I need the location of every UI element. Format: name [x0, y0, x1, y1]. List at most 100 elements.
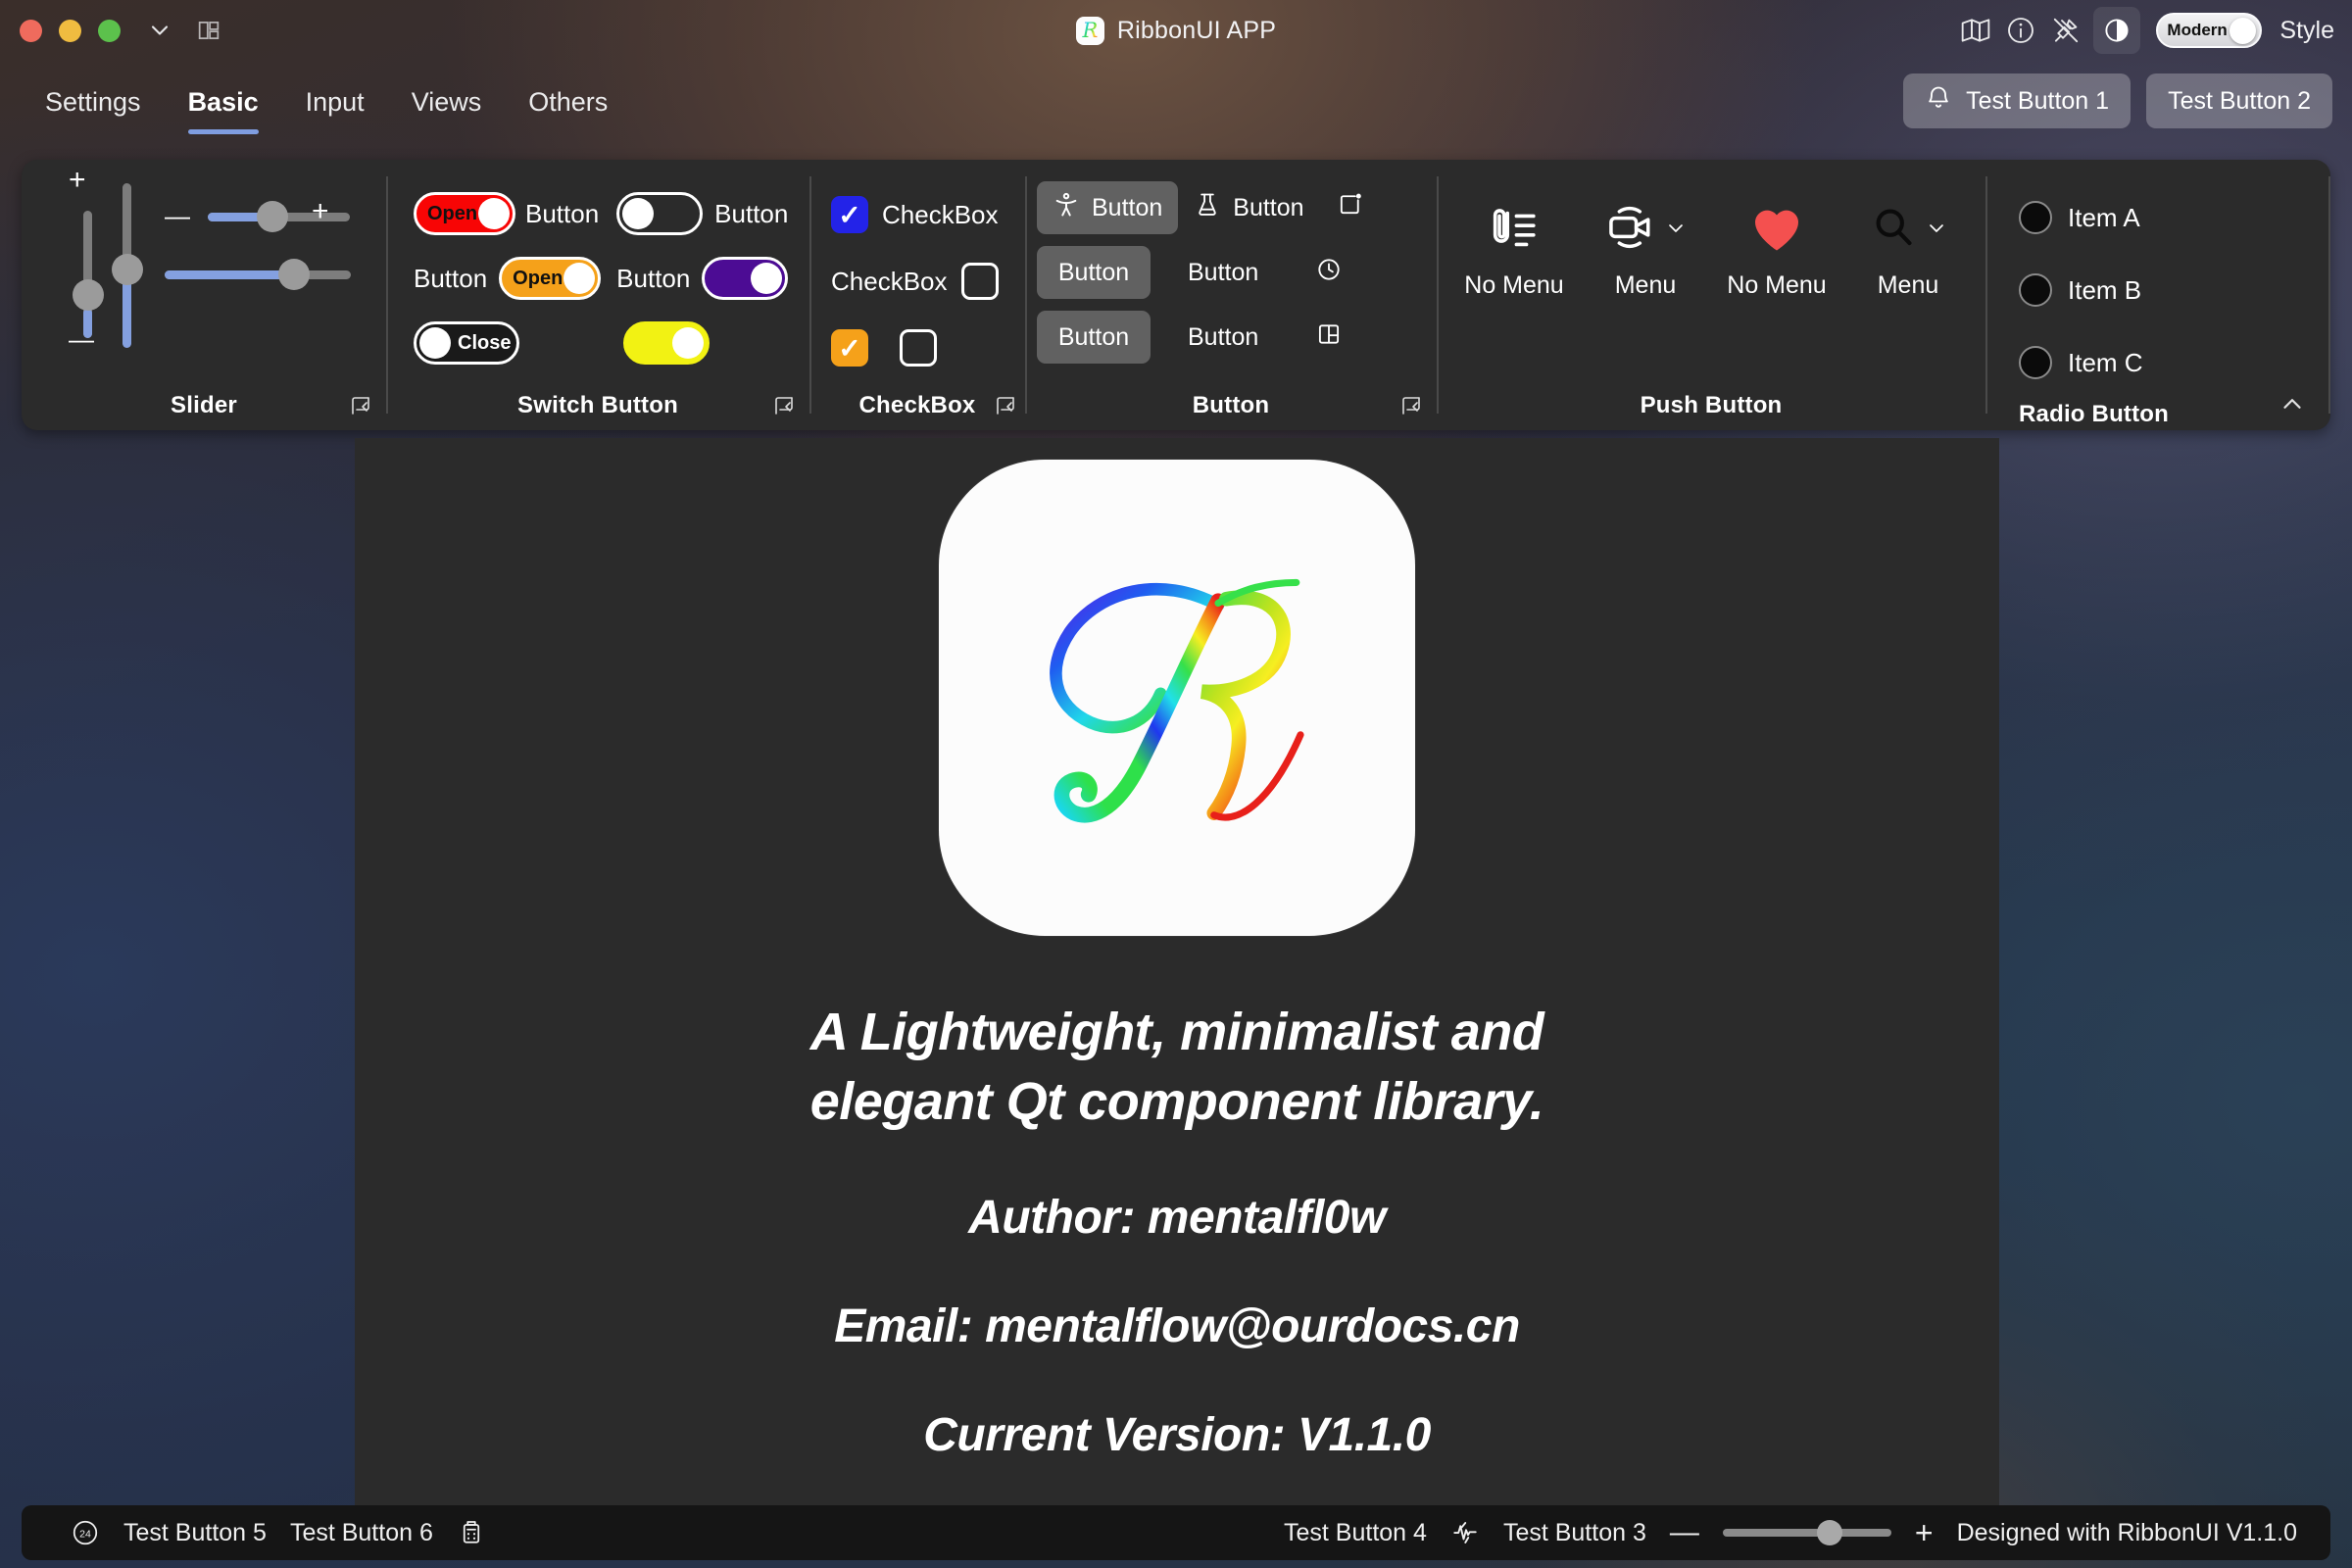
- status-bar-left: 24 Test Button 5 Test Button 6: [71, 1518, 486, 1547]
- horizontal-slider-1-knob[interactable]: [257, 201, 288, 232]
- map-icon[interactable]: [1958, 13, 1993, 48]
- push-button-menu-2[interactable]: Menu: [1848, 197, 1968, 300]
- push-button-label-1: No Menu: [1464, 271, 1564, 299]
- grid-layout-icon[interactable]: [191, 13, 226, 48]
- button-row-1: Button Button: [1037, 175, 1437, 240]
- button-group-title: Button: [1192, 392, 1270, 418]
- switch-knob: [622, 198, 655, 229]
- test-button-2[interactable]: Test Button 2: [2146, 74, 2332, 128]
- button-flask[interactable]: Button: [1178, 181, 1319, 234]
- button-new-window[interactable]: [1320, 181, 1379, 234]
- title-bar-actions: Modern Style: [1958, 0, 2334, 61]
- h-slider-minus-icon[interactable]: —: [165, 203, 190, 228]
- tab-settings[interactable]: Settings: [22, 78, 165, 125]
- tab-others[interactable]: Others: [505, 78, 631, 125]
- activity-pulse-icon[interactable]: [1450, 1518, 1480, 1547]
- tab-input[interactable]: Input: [282, 78, 388, 125]
- vertical-slider-2-knob[interactable]: [112, 254, 143, 285]
- close-window-button[interactable]: [20, 19, 42, 42]
- dialog-launcher-icon[interactable]: [772, 394, 796, 417]
- author-text: Author: mentalfl0w: [968, 1192, 1386, 1245]
- slider-group-body: + — — +: [22, 160, 386, 381]
- switch-knob: [419, 327, 451, 359]
- slider-minus-icon[interactable]: —: [69, 326, 94, 352]
- group-divider: [2328, 176, 2330, 414]
- button-plain-4[interactable]: Button: [1172, 311, 1274, 364]
- minimize-window-button[interactable]: [59, 19, 81, 42]
- chevron-down-icon[interactable]: [1925, 216, 1948, 244]
- calculator-icon[interactable]: [457, 1518, 486, 1547]
- minus-icon[interactable]: —: [1670, 1516, 1699, 1549]
- push-group-footer: Push Button: [1437, 381, 1985, 430]
- svg-text:24: 24: [79, 1529, 91, 1541]
- attachment-list-icon: [1486, 197, 1543, 262]
- h-slider-plus-icon[interactable]: +: [312, 197, 329, 226]
- new-window-dot-icon: [1336, 191, 1363, 225]
- checkbox-unchecked-1[interactable]: [960, 263, 999, 300]
- radio-label-a: Item A: [2068, 202, 2140, 232]
- button-accessibility[interactable]: Button: [1037, 181, 1179, 234]
- push-button-menu-1[interactable]: Menu: [1586, 197, 1705, 300]
- dialog-launcher-icon[interactable]: [1399, 394, 1423, 417]
- push-group-title: Push Button: [1640, 392, 1783, 418]
- switch-knob: [564, 263, 596, 294]
- button-clock[interactable]: [1299, 246, 1358, 299]
- checkbox-row-1: ✓ CheckBox: [831, 181, 1025, 248]
- zoom-slider-knob[interactable]: [1816, 1520, 1842, 1545]
- theme-toggle-button[interactable]: [2093, 7, 2141, 54]
- ribbon-group-checkbox: ✓ CheckBox CheckBox ✓ CheckBox: [809, 160, 1025, 430]
- checkbox-blue-checked[interactable]: ✓: [831, 196, 868, 233]
- vertical-slider-1-knob[interactable]: [73, 279, 104, 311]
- info-icon[interactable]: [2003, 13, 2038, 48]
- switch-open-orange[interactable]: Open: [499, 257, 602, 300]
- switch-label-1: Button: [525, 198, 600, 228]
- unpin-icon[interactable]: [2048, 13, 2083, 48]
- switch-knob: [751, 263, 783, 294]
- horizontal-slider-2-knob[interactable]: [278, 259, 310, 290]
- checkbox-orange-checked[interactable]: ✓: [831, 329, 868, 367]
- push-button-no-menu-1[interactable]: No Menu: [1454, 197, 1574, 300]
- style-switch-toggle[interactable]: Modern: [2156, 13, 2263, 48]
- button-group-body: Button Button Button Button Button Butto…: [1025, 160, 1437, 381]
- checkbox-label-1: CheckBox: [882, 199, 999, 229]
- radio-item-c[interactable]: Item C: [2019, 326, 2330, 399]
- switch-open-red[interactable]: Open: [414, 192, 515, 235]
- button-group-footer: Button: [1025, 381, 1437, 430]
- test-button-3[interactable]: Test Button 3: [1503, 1519, 1646, 1547]
- test-button-6[interactable]: Test Button 6: [290, 1519, 433, 1547]
- test-button-1-label: Test Button 1: [1966, 86, 2110, 115]
- email-text: Email: mentalflow@ourdocs.cn: [834, 1300, 1520, 1353]
- switch-on-purple[interactable]: [702, 257, 789, 300]
- test-button-1[interactable]: Test Button 1: [1903, 74, 2132, 128]
- test-button-4[interactable]: Test Button 4: [1284, 1519, 1427, 1547]
- tab-views[interactable]: Views: [388, 78, 506, 125]
- button-plain-3[interactable]: Button: [1037, 311, 1151, 364]
- ribbon-group-switch-button: Open Button Button Button Open Button Cl…: [386, 160, 809, 430]
- twenty-four-circle-icon[interactable]: 24: [71, 1518, 100, 1547]
- chevron-up-icon[interactable]: [2278, 389, 2307, 418]
- radio-item-a[interactable]: Item A: [2019, 181, 2330, 254]
- test-button-5[interactable]: Test Button 5: [123, 1519, 267, 1547]
- button-layout-panel[interactable]: [1299, 311, 1358, 364]
- radio-item-b[interactable]: Item B: [2019, 254, 2330, 326]
- checkbox-unchecked-2[interactable]: [900, 329, 937, 367]
- video-camera-icon: [1603, 200, 1658, 260]
- radio-indicator: [2019, 201, 2052, 234]
- chevron-down-icon[interactable]: [1664, 216, 1688, 244]
- push-button-no-menu-2[interactable]: No Menu: [1717, 197, 1837, 300]
- slider-plus-icon[interactable]: +: [69, 166, 86, 195]
- zoom-slider[interactable]: [1722, 1520, 1891, 1545]
- button-plain-2[interactable]: Button: [1172, 246, 1274, 299]
- tab-basic[interactable]: Basic: [165, 78, 282, 135]
- button-plain-2-label: Button: [1188, 258, 1259, 286]
- plus-icon[interactable]: +: [1915, 1515, 1934, 1551]
- switch-close-dark[interactable]: Close: [414, 321, 519, 365]
- maximize-window-button[interactable]: [98, 19, 121, 42]
- push-group-body: No Menu Menu No Menu Menu: [1437, 160, 1985, 381]
- switch-on-yellow[interactable]: [623, 321, 710, 365]
- button-plain-1[interactable]: Button: [1037, 246, 1151, 299]
- dialog-launcher-icon[interactable]: [349, 394, 372, 417]
- switch-off-dark[interactable]: [616, 192, 704, 235]
- chevron-down-icon[interactable]: [142, 13, 177, 48]
- dialog-launcher-icon[interactable]: [994, 394, 1017, 417]
